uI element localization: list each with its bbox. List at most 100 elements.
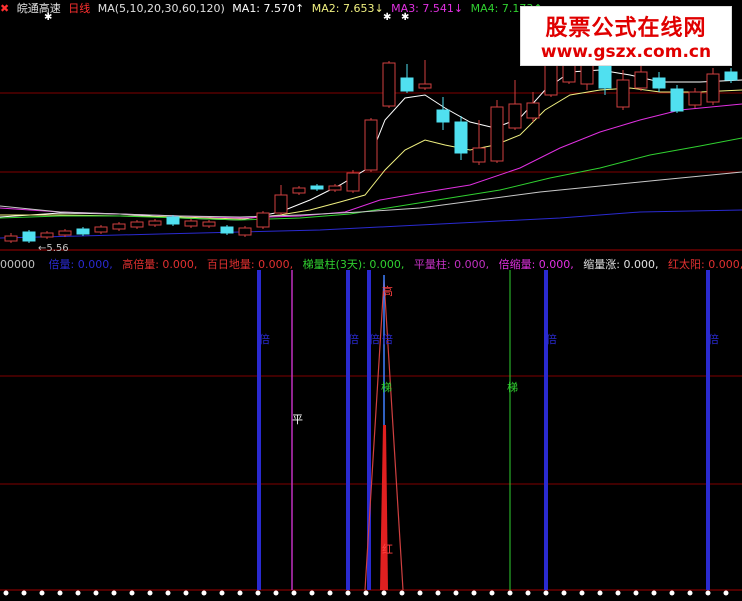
bottom-dot (219, 590, 225, 596)
bottom-dot (507, 590, 513, 596)
candle-body (634, 71, 648, 89)
candle (310, 184, 324, 191)
candle-body (184, 220, 198, 227)
candle-body (328, 185, 342, 191)
candle (508, 80, 522, 130)
candle (184, 219, 198, 228)
candle-body (346, 172, 360, 192)
candle-body (130, 221, 144, 228)
ma2-value: MA2: 7.653↓ (311, 2, 384, 15)
bottom-dot (723, 590, 729, 596)
candle (634, 65, 648, 91)
bei-liang-line (544, 270, 548, 590)
bottom-dot (273, 590, 279, 596)
candle-body (202, 221, 216, 227)
indicator-bars[interactable]: 倍倍倍倍倍平梯高梯倍红 (257, 270, 719, 591)
candle (238, 226, 252, 237)
bei-liang-bar: 倍 (257, 270, 270, 590)
bottom-dot (615, 590, 621, 596)
ma1-value: MA1: 7.570↑ (232, 2, 305, 15)
candle-body (148, 220, 162, 226)
watermark-title: 股票公式在线网 (545, 16, 707, 41)
bottom-dot (309, 590, 315, 596)
ma-params: MA(5,10,20,30,60,120) (97, 2, 225, 15)
bottom-dot (363, 590, 369, 596)
candle (292, 186, 306, 195)
bottom-dot (417, 590, 423, 596)
bottom-dot (327, 590, 333, 596)
bottom-dot (39, 590, 45, 596)
candle (616, 70, 630, 110)
candle (40, 231, 54, 239)
candle-body (76, 228, 90, 235)
bottom-dot (705, 590, 711, 596)
candle-body (472, 147, 486, 163)
candle (472, 120, 486, 165)
bei-liang-line (257, 270, 261, 590)
bei-liang-line (346, 270, 350, 590)
stock-chart[interactable]: 倍倍倍倍倍平梯高梯倍红 ✱ ✱ ✱ (0, 0, 742, 601)
candle (688, 88, 702, 108)
ping-liang-bar: 平 (291, 270, 303, 590)
indicator-item: 梯量柱(3天): 0.000, (302, 258, 405, 271)
bottom-dot (651, 590, 657, 596)
candle (94, 225, 108, 234)
bottom-dot (57, 590, 63, 596)
indicator-item: 倍缩量: 0.000, (498, 258, 574, 271)
candle-body (256, 212, 270, 228)
candle-body (526, 102, 540, 119)
bottom-dot (147, 590, 153, 596)
bottom-dot (129, 590, 135, 596)
ping-marker: 平 (292, 413, 303, 426)
indicator-item: 高倍量: 0.000, (122, 258, 198, 271)
ti-liang-bar: 梯 (507, 270, 518, 590)
price-low-label: ←5.56 (38, 243, 69, 254)
bei-liang-line (706, 270, 710, 590)
bottom-dot (597, 590, 603, 596)
candle (652, 72, 666, 92)
candle-body (166, 216, 180, 225)
watermark: 股票公式在线网 www.gszx.com.cn (520, 6, 732, 66)
bei-liang-bar: 倍 (346, 270, 359, 590)
bottom-dot (525, 590, 531, 596)
candle-body (238, 227, 252, 236)
bei-marker: 倍 (259, 332, 270, 346)
bottom-dot (111, 590, 117, 596)
candle (454, 116, 468, 160)
indicator-item: 红太阳: 0.000, (668, 258, 742, 271)
bei-marker: 倍 (708, 332, 719, 346)
candle (274, 185, 288, 215)
candle (670, 85, 684, 113)
bottom-dot (435, 590, 441, 596)
candle-body (544, 61, 558, 96)
candle-body (364, 119, 378, 171)
candle (256, 211, 270, 229)
candle (346, 170, 360, 193)
indicator-item: 倍量: 0.000, (48, 258, 113, 271)
x-icon[interactable]: ✖ (0, 2, 9, 15)
bottom-dot (345, 590, 351, 596)
candle-body (670, 88, 684, 112)
indicator-item: 缩量涨: 0.000, (583, 258, 659, 271)
bottom-dot (543, 590, 549, 596)
stock-name[interactable]: 皖通高速 (17, 2, 61, 15)
bei-marker: 倍 (546, 332, 557, 346)
bottom-dot (183, 590, 189, 596)
candle-body (508, 103, 522, 129)
candle-body (688, 91, 702, 106)
indicator-header: 00000 倍量: 0.000, 高倍量: 0.000, 百日地量: 0.000… (0, 256, 742, 271)
period-label[interactable]: 日线 (68, 2, 90, 15)
bottom-dot (21, 590, 27, 596)
bei-liang-bar: 倍 (544, 270, 557, 590)
bei-marker: 倍 (382, 332, 393, 346)
candle-body (274, 194, 288, 214)
candle-body (490, 106, 504, 162)
candle (112, 222, 126, 231)
candle (220, 225, 234, 235)
bottom-dot (75, 590, 81, 596)
candle (364, 118, 378, 172)
gao-marker: 高 (382, 284, 393, 298)
candle-body (454, 121, 468, 154)
candle-body (112, 223, 126, 230)
bottom-dot (633, 590, 639, 596)
